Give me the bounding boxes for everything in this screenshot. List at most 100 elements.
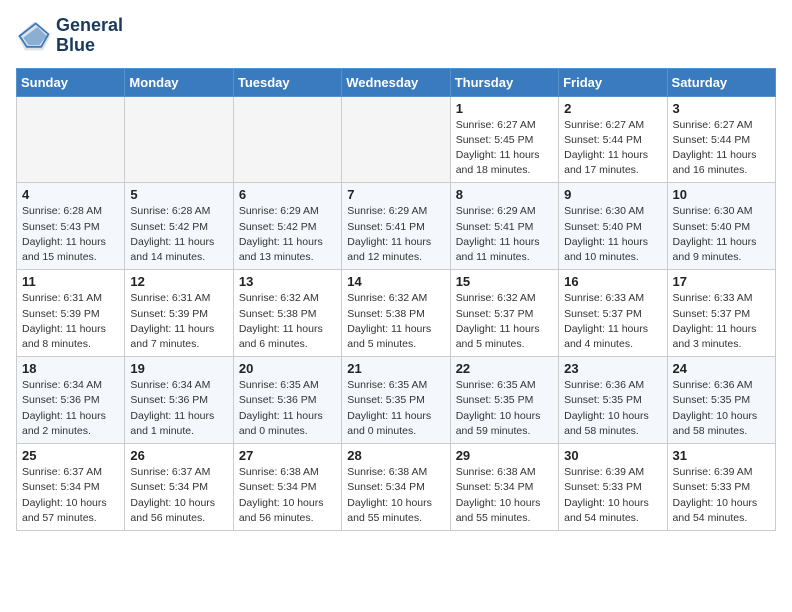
day-cell-29: 29Sunrise: 6:38 AMSunset: 5:34 PMDayligh… [450,444,558,531]
daylight-text: Daylight: 10 hours and 54 minutes. [673,497,758,524]
day-number: 2 [564,101,661,116]
daylight-text: Daylight: 11 hours and 1 minute. [130,410,214,437]
sunrise-text: Sunrise: 6:31 AM [130,292,210,304]
day-number: 11 [22,274,119,289]
day-number: 22 [456,361,553,376]
day-cell-3: 3Sunrise: 6:27 AMSunset: 5:44 PMDaylight… [667,96,775,183]
weekday-header-sunday: Sunday [17,68,125,96]
sunrise-text: Sunrise: 6:38 AM [347,466,427,478]
day-cell-6: 6 Sunrise: 6:29 AMSunset: 5:42 PMDaylight… [233,183,341,270]
day-number: 12 [130,274,227,289]
sunrise-text: Sunrise: 6:36 AM [564,379,644,391]
calendar-body: 1 Sunrise: 6:27 AMSunset: 5:45 PMDaylight… [17,96,776,530]
empty-cell [17,96,125,183]
weekday-header-thursday: Thursday [450,68,558,96]
day-number: 5 [130,187,227,202]
day-cell-17: 17Sunrise: 6:33 AMSunset: 5:37 PMDayligh… [667,270,775,357]
sunset-text: Sunset: 5:36 PM [22,394,100,406]
day-number: 15 [456,274,553,289]
day-number: 20 [239,361,336,376]
daylight-text: Daylight: 11 hours and 10 minutes. [564,236,648,263]
daylight-text: Daylight: 10 hours and 56 minutes. [239,497,324,524]
sunset-text: Sunset: 5:38 PM [239,308,317,320]
day-number: 28 [347,448,444,463]
logo-text: General Blue [56,16,123,56]
day-cell-26: 26 Sunrise: 6:37 AMSunset: 5:34 PMDayligh… [125,444,233,531]
daylight-text: Daylight: 11 hours and 11 minutes. [456,236,540,263]
day-cell-19: 19 Sunrise: 6:34 AMSunset: 5:36 PMDayligh… [125,357,233,444]
day-info: Sunrise: 6:30 AMSunset: 5:40 PMDaylight:… [673,204,770,265]
sunrise-text: Sunrise: 6:33 AM [673,292,753,304]
daylight-text: Daylight: 10 hours and 59 minutes. [456,410,541,437]
sunrise-text: Sunrise: 6:33 AM [564,292,644,304]
day-cell-27: 27Sunrise: 6:38 AMSunset: 5:34 PMDayligh… [233,444,341,531]
day-number: 6 [239,187,336,202]
day-info: Sunrise: 6:30 AMSunset: 5:40 PMDaylight:… [564,204,661,265]
daylight-text: Daylight: 11 hours and 12 minutes. [347,236,431,263]
sunset-text: Sunset: 5:41 PM [456,221,534,233]
daylight-text: Daylight: 10 hours and 54 minutes. [564,497,649,524]
weekday-header-tuesday: Tuesday [233,68,341,96]
sunset-text: Sunset: 5:34 PM [347,481,425,493]
weekday-header-row: SundayMondayTuesdayWednesdayThursdayFrid… [17,68,776,96]
day-info: Sunrise: 6:35 AMSunset: 5:36 PMDaylight:… [239,378,336,439]
day-cell-9: 9Sunrise: 6:30 AMSunset: 5:40 PMDaylight… [559,183,667,270]
day-info: Sunrise: 6:37 AMSunset: 5:34 PMDaylight:… [22,465,119,526]
day-info: Sunrise: 6:27 AMSunset: 5:44 PMDaylight:… [673,118,770,179]
sunset-text: Sunset: 5:43 PM [22,221,100,233]
day-number: 26 [130,448,227,463]
daylight-text: Daylight: 11 hours and 4 minutes. [564,323,648,350]
empty-cell [233,96,341,183]
day-number: 25 [22,448,119,463]
sunrise-text: Sunrise: 6:28 AM [22,205,102,217]
day-cell-23: 23 Sunrise: 6:36 AM Sunset: 5:35 PM Dayligh… [559,357,667,444]
day-cell-15: 15Sunrise: 6:32 AMSunset: 5:37 PMDayligh… [450,270,558,357]
day-info: Sunrise: 6:35 AMSunset: 5:35 PMDaylight:… [347,378,444,439]
sunset-text: Sunset: 5:35 PM [564,394,642,406]
sunset-text: Sunset: 5:35 PM [673,394,751,406]
sunrise-text: Sunrise: 6:32 AM [456,292,536,304]
day-cell-24: 24Sunrise: 6:36 AMSunset: 5:35 PMDayligh… [667,357,775,444]
day-info: Sunrise: 6:27 AMSunset: 5:45 PMDaylight:… [456,118,553,179]
day-info: Sunrise: 6:29 AMSunset: 5:42 PMDaylight:… [239,204,336,265]
daylight-text: Daylight: 11 hours and 2 minutes. [22,410,106,437]
day-info: Sunrise: 6:37 AMSunset: 5:34 PMDaylight:… [130,465,227,526]
sunrise-text: Sunrise: 6:34 AM [130,379,210,391]
day-number: 7 [347,187,444,202]
sunset-text: Sunset: 5:39 PM [22,308,100,320]
day-cell-8: 8Sunrise: 6:29 AMSunset: 5:41 PMDaylight… [450,183,558,270]
daylight-text: Daylight: 10 hours and 58 minutes. [564,410,649,437]
sunrise-text: Sunrise: 6:34 AM [22,379,102,391]
sunset-text: Sunset: 5:42 PM [239,221,317,233]
daylight-text: Daylight: 11 hours and 5 minutes. [347,323,431,350]
day-info: Sunrise: 6:35 AMSunset: 5:35 PMDaylight:… [456,378,553,439]
daylight-text: Daylight: 11 hours and 0 minutes. [347,410,431,437]
sunset-text: Sunset: 5:34 PM [22,481,100,493]
week-row-5: 25Sunrise: 6:37 AMSunset: 5:34 PMDayligh… [17,444,776,531]
week-row-2: 4 Sunrise: 6:28 AM Sunset: 5:43 PM Daylight… [17,183,776,270]
day-number: 4 [22,187,119,202]
sunset-text: Sunset: 5:42 PM [130,221,208,233]
day-number: 19 [130,361,227,376]
day-number: 17 [673,274,770,289]
sunrise-text: Sunrise: 6:38 AM [456,466,536,478]
week-row-1: 1 Sunrise: 6:27 AMSunset: 5:45 PMDaylight… [17,96,776,183]
daylight-text: Daylight: 11 hours and 0 minutes. [239,410,323,437]
day-info: Sunrise: 6:34 AMSunset: 5:36 PMDaylight:… [130,378,227,439]
day-cell-4: 4 Sunrise: 6:28 AM Sunset: 5:43 PM Daylight… [17,183,125,270]
day-info: Sunrise: 6:29 AMSunset: 5:41 PMDaylight:… [347,204,444,265]
day-number: 23 [564,361,661,376]
day-info: Sunrise: 6:38 AMSunset: 5:34 PMDaylight:… [239,465,336,526]
day-info: Sunrise: 6:39 AMSunset: 5:33 PMDaylight:… [564,465,661,526]
sunrise-text: Sunrise: 6:37 AM [130,466,210,478]
day-info: Sunrise: 6:36 AM Sunset: 5:35 PM Daylight:… [564,378,661,439]
sunrise-text: Sunrise: 6:35 AM [456,379,536,391]
sunrise-text: Sunrise: 6:32 AM [347,292,427,304]
daylight-text: Daylight: 11 hours and 17 minutes. [564,149,648,176]
daylight-text: Daylight: 11 hours and 15 minutes. [22,236,106,263]
week-row-3: 11 Sunrise: 6:31 AM Sunset: 5:39 PM Dayligh… [17,270,776,357]
day-number: 1 [456,101,553,116]
sunset-text: Sunset: 5:37 PM [673,308,751,320]
day-cell-2: 2Sunrise: 6:27 AMSunset: 5:44 PMDaylight… [559,96,667,183]
sunrise-text: Sunrise: 6:38 AM [239,466,319,478]
